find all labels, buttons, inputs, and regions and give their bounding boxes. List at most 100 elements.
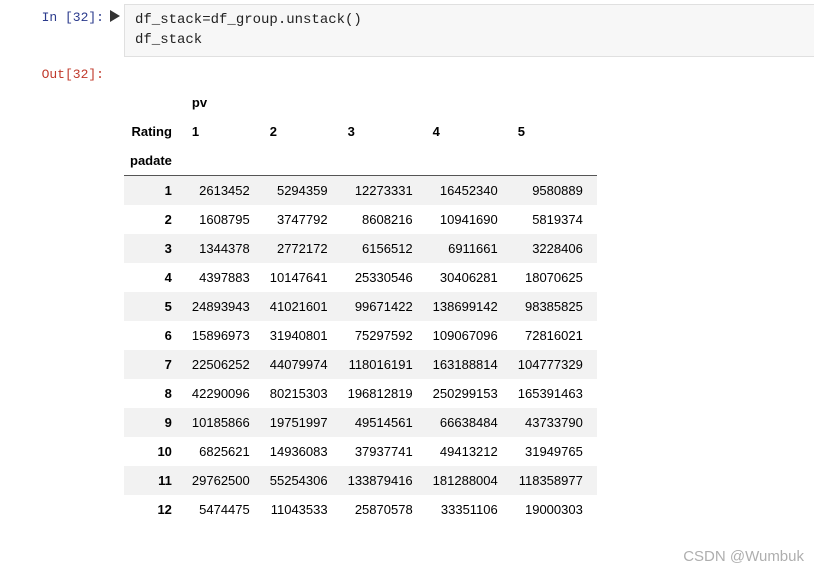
cell-value: 75297592 bbox=[342, 321, 427, 350]
cell-value: 6825621 bbox=[186, 437, 264, 466]
table-row: 5248939434102160199671422138699142983858… bbox=[124, 292, 597, 321]
table-row: 1068256211493608337937741494132123194976… bbox=[124, 437, 597, 466]
cell-value: 2772172 bbox=[264, 234, 342, 263]
row-index: 2 bbox=[124, 205, 186, 234]
cell-value: 8608216 bbox=[342, 205, 427, 234]
col-header: 4 bbox=[427, 117, 512, 146]
code-line: df_stack=df_group.unstack() bbox=[135, 11, 804, 31]
cell-value: 3747792 bbox=[264, 205, 342, 234]
table-row: 8422900968021530319681281925029915316539… bbox=[124, 379, 597, 408]
cell-value: 250299153 bbox=[427, 379, 512, 408]
col-header: 3 bbox=[342, 117, 427, 146]
cell-value: 4397883 bbox=[186, 263, 264, 292]
cell-value: 163188814 bbox=[427, 350, 512, 379]
row-index: 6 bbox=[124, 321, 186, 350]
cell-value: 15896973 bbox=[186, 321, 264, 350]
cell-value: 196812819 bbox=[342, 379, 427, 408]
table-row: 1254744751104353325870578333511061900030… bbox=[124, 495, 597, 524]
cell-value: 49514561 bbox=[342, 408, 427, 437]
cell-value: 19000303 bbox=[512, 495, 597, 524]
cell-value: 5819374 bbox=[512, 205, 597, 234]
out-prompt: Out[32]: bbox=[0, 61, 110, 82]
table-row: 1129762500552543061338794161812880041183… bbox=[124, 466, 597, 495]
cell-value: 22506252 bbox=[186, 350, 264, 379]
cell-value: 80215303 bbox=[264, 379, 342, 408]
cell-value: 44079974 bbox=[264, 350, 342, 379]
input-cell: In [32]: df_stack=df_group.unstack() df_… bbox=[0, 0, 814, 57]
cell-value: 6156512 bbox=[342, 234, 427, 263]
table-col-index-row: Rating 1 2 3 4 5 bbox=[124, 117, 597, 146]
cell-value: 29762500 bbox=[186, 466, 264, 495]
cell-value: 11043533 bbox=[264, 495, 342, 524]
cell-value: 109067096 bbox=[427, 321, 512, 350]
cell-value: 31940801 bbox=[264, 321, 342, 350]
cell-value: 31949765 bbox=[512, 437, 597, 466]
cell-value: 181288004 bbox=[427, 466, 512, 495]
cell-value: 24893943 bbox=[186, 292, 264, 321]
row-index: 4 bbox=[124, 263, 186, 292]
cell-value: 19751997 bbox=[264, 408, 342, 437]
code-line: df_stack bbox=[135, 31, 804, 51]
table-row-index-row: padate bbox=[124, 146, 597, 176]
table-row: 2160879537477928608216109416905819374 bbox=[124, 205, 597, 234]
table-row: 313443782772172615651269116613228406 bbox=[124, 234, 597, 263]
cell-value: 1344378 bbox=[186, 234, 264, 263]
cell-value: 2613452 bbox=[186, 176, 264, 206]
cell-value: 33351106 bbox=[427, 495, 512, 524]
output-area: pv Rating 1 2 3 4 5 padate 1261345252943… bbox=[0, 82, 814, 524]
cell-value: 10941690 bbox=[427, 205, 512, 234]
run-icon[interactable] bbox=[110, 4, 124, 22]
cell-value: 10147641 bbox=[264, 263, 342, 292]
table-row: 7225062524407997411801619116318881410477… bbox=[124, 350, 597, 379]
row-index: 9 bbox=[124, 408, 186, 437]
cell-value: 25330546 bbox=[342, 263, 427, 292]
output-cell: Out[32]: bbox=[0, 57, 814, 82]
row-index: 1 bbox=[124, 176, 186, 206]
cell-value: 118358977 bbox=[512, 466, 597, 495]
cell-value: 104777329 bbox=[512, 350, 597, 379]
table-super-header-row: pv bbox=[124, 88, 597, 117]
cell-value: 5474475 bbox=[186, 495, 264, 524]
cell-value: 16452340 bbox=[427, 176, 512, 206]
cell-value: 6911661 bbox=[427, 234, 512, 263]
cell-value: 18070625 bbox=[512, 263, 597, 292]
cell-value: 5294359 bbox=[264, 176, 342, 206]
table-row: 4439788310147641253305463040628118070625 bbox=[124, 263, 597, 292]
cell-value: 138699142 bbox=[427, 292, 512, 321]
col-header: 2 bbox=[264, 117, 342, 146]
dataframe-table: pv Rating 1 2 3 4 5 padate 1261345252943… bbox=[124, 88, 597, 524]
col-header: 5 bbox=[512, 117, 597, 146]
row-index: 11 bbox=[124, 466, 186, 495]
cell-value: 118016191 bbox=[342, 350, 427, 379]
cell-value: 25870578 bbox=[342, 495, 427, 524]
cell-value: 12273331 bbox=[342, 176, 427, 206]
cell-value: 42290096 bbox=[186, 379, 264, 408]
row-index: 7 bbox=[124, 350, 186, 379]
row-index: 8 bbox=[124, 379, 186, 408]
in-prompt: In [32]: bbox=[0, 4, 110, 25]
cell-value: 1608795 bbox=[186, 205, 264, 234]
row-index: 3 bbox=[124, 234, 186, 263]
cell-value: 14936083 bbox=[264, 437, 342, 466]
cell-value: 41021601 bbox=[264, 292, 342, 321]
cell-value: 43733790 bbox=[512, 408, 597, 437]
col-index-name: Rating bbox=[124, 117, 186, 146]
row-index: 12 bbox=[124, 495, 186, 524]
cell-value: 30406281 bbox=[427, 263, 512, 292]
cell-value: 55254306 bbox=[264, 466, 342, 495]
watermark: CSDN @Wumbuk bbox=[683, 548, 804, 565]
cell-value: 49413212 bbox=[427, 437, 512, 466]
cell-value: 10185866 bbox=[186, 408, 264, 437]
table-row: 6158969733194080175297592109067096728160… bbox=[124, 321, 597, 350]
cell-value: 98385825 bbox=[512, 292, 597, 321]
cell-value: 165391463 bbox=[512, 379, 597, 408]
cell-value: 133879416 bbox=[342, 466, 427, 495]
cell-value: 72816021 bbox=[512, 321, 597, 350]
cell-value: 66638484 bbox=[427, 408, 512, 437]
table-super-header: pv bbox=[186, 88, 264, 117]
cell-value: 99671422 bbox=[342, 292, 427, 321]
table-row: 12613452529435912273331164523409580889 bbox=[124, 176, 597, 206]
table-row: 9101858661975199749514561666384844373379… bbox=[124, 408, 597, 437]
row-index: 5 bbox=[124, 292, 186, 321]
code-input[interactable]: df_stack=df_group.unstack() df_stack bbox=[124, 4, 814, 57]
